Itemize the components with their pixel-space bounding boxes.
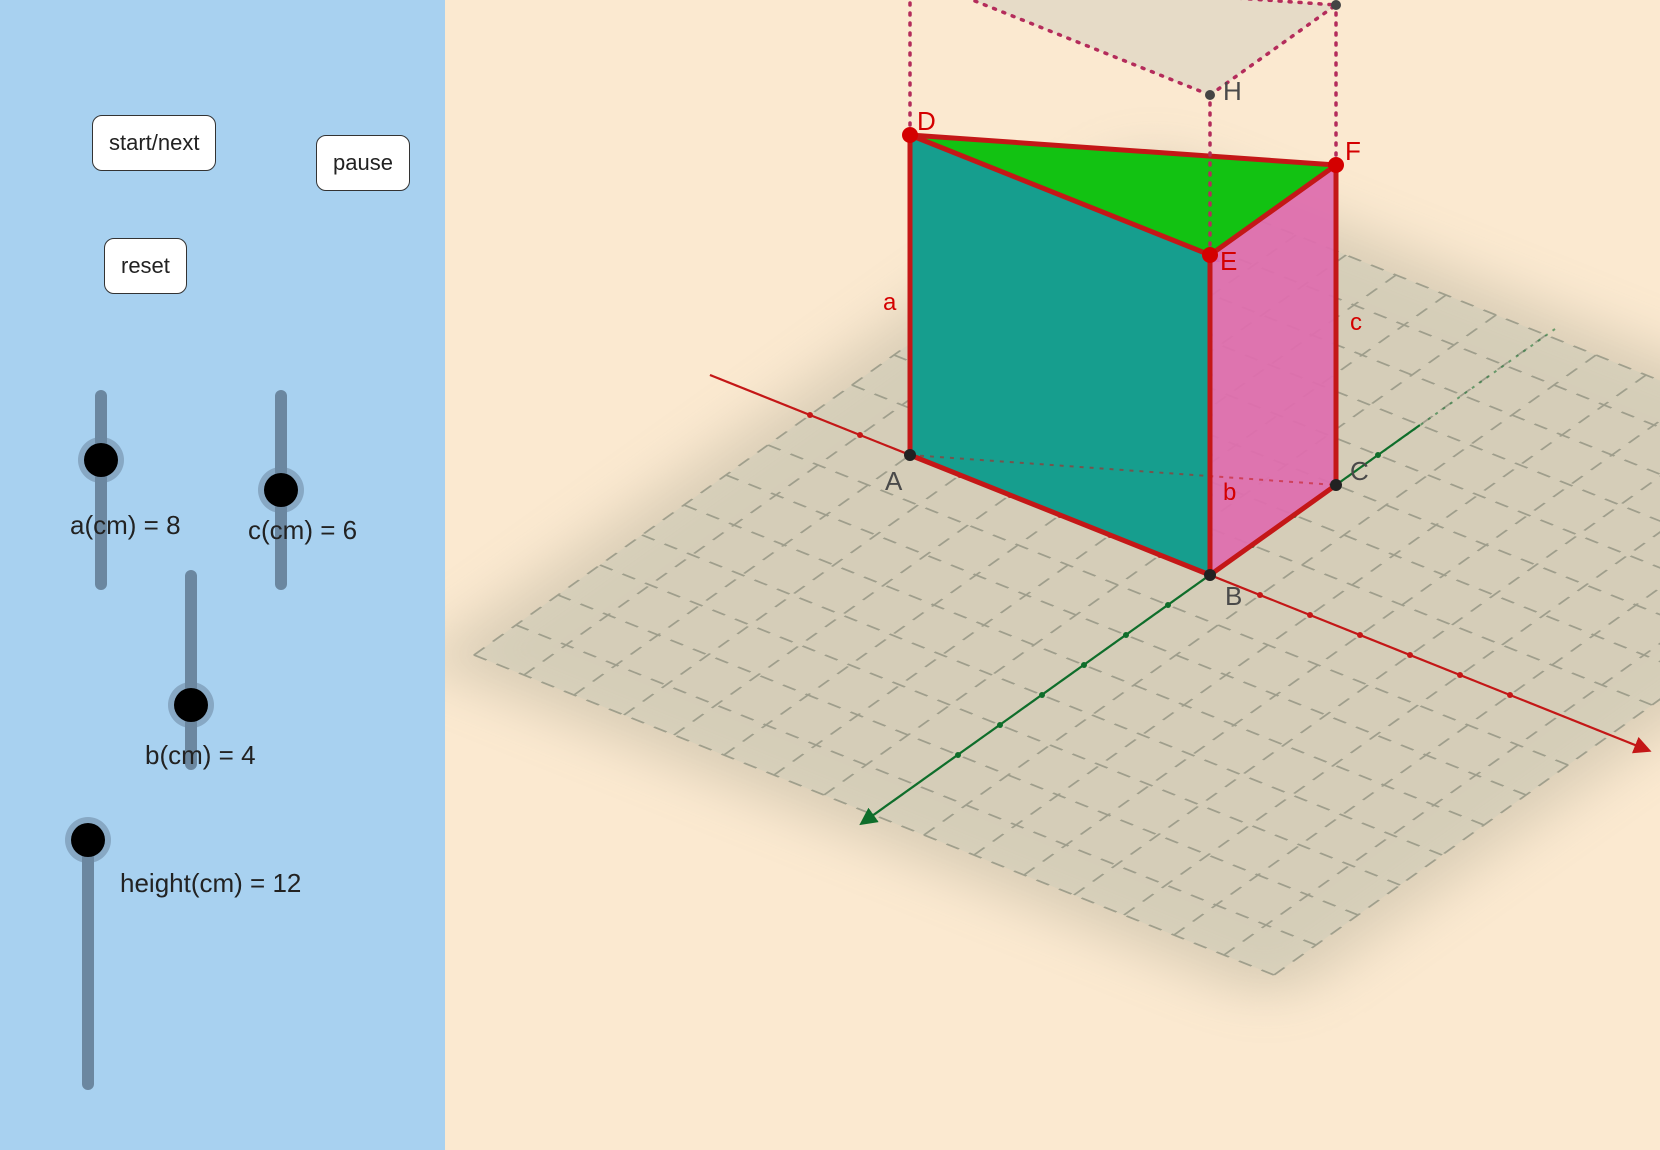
- edge-label-a: a: [883, 289, 897, 316]
- start-next-button[interactable]: start/next: [92, 115, 216, 171]
- label-I: I: [1345, 0, 1352, 1]
- label-C: C: [1350, 456, 1369, 486]
- pause-button[interactable]: pause: [316, 135, 410, 191]
- slider-c-label: c(cm) = 6: [248, 515, 357, 546]
- label-A: A: [885, 466, 903, 496]
- label-D: D: [917, 106, 936, 136]
- slider-a-thumb[interactable]: [84, 443, 118, 477]
- label-E: E: [1220, 246, 1237, 276]
- sidebar-panel: start/next pause reset a(cm) = 8 c(cm) =…: [0, 0, 445, 1150]
- slider-a-label: a(cm) = 8: [70, 510, 181, 541]
- slider-height-label: height(cm) = 12: [120, 868, 301, 899]
- label-G: G: [925, 0, 945, 1]
- slider-b-thumb[interactable]: [174, 688, 208, 722]
- label-B: B: [1225, 581, 1242, 611]
- slider-height-thumb[interactable]: [71, 823, 105, 857]
- scene-canvas[interactable]: A B C D E F G H I a b c: [445, 0, 1660, 1150]
- slider-height-track[interactable]: [82, 830, 94, 1090]
- edge-label-b: b: [1223, 479, 1236, 506]
- slider-b-label: b(cm) = 4: [145, 740, 256, 771]
- slider-c-thumb[interactable]: [264, 473, 298, 507]
- slider-a-track[interactable]: [95, 390, 107, 590]
- edge-label-c: c: [1350, 309, 1362, 336]
- scene-svg[interactable]: A B C D E F G H I a b c: [445, 0, 1660, 1150]
- label-F: F: [1345, 136, 1361, 166]
- reset-button[interactable]: reset: [104, 238, 187, 294]
- app-root: start/next pause reset a(cm) = 8 c(cm) =…: [0, 0, 1660, 1150]
- label-H: H: [1223, 76, 1242, 106]
